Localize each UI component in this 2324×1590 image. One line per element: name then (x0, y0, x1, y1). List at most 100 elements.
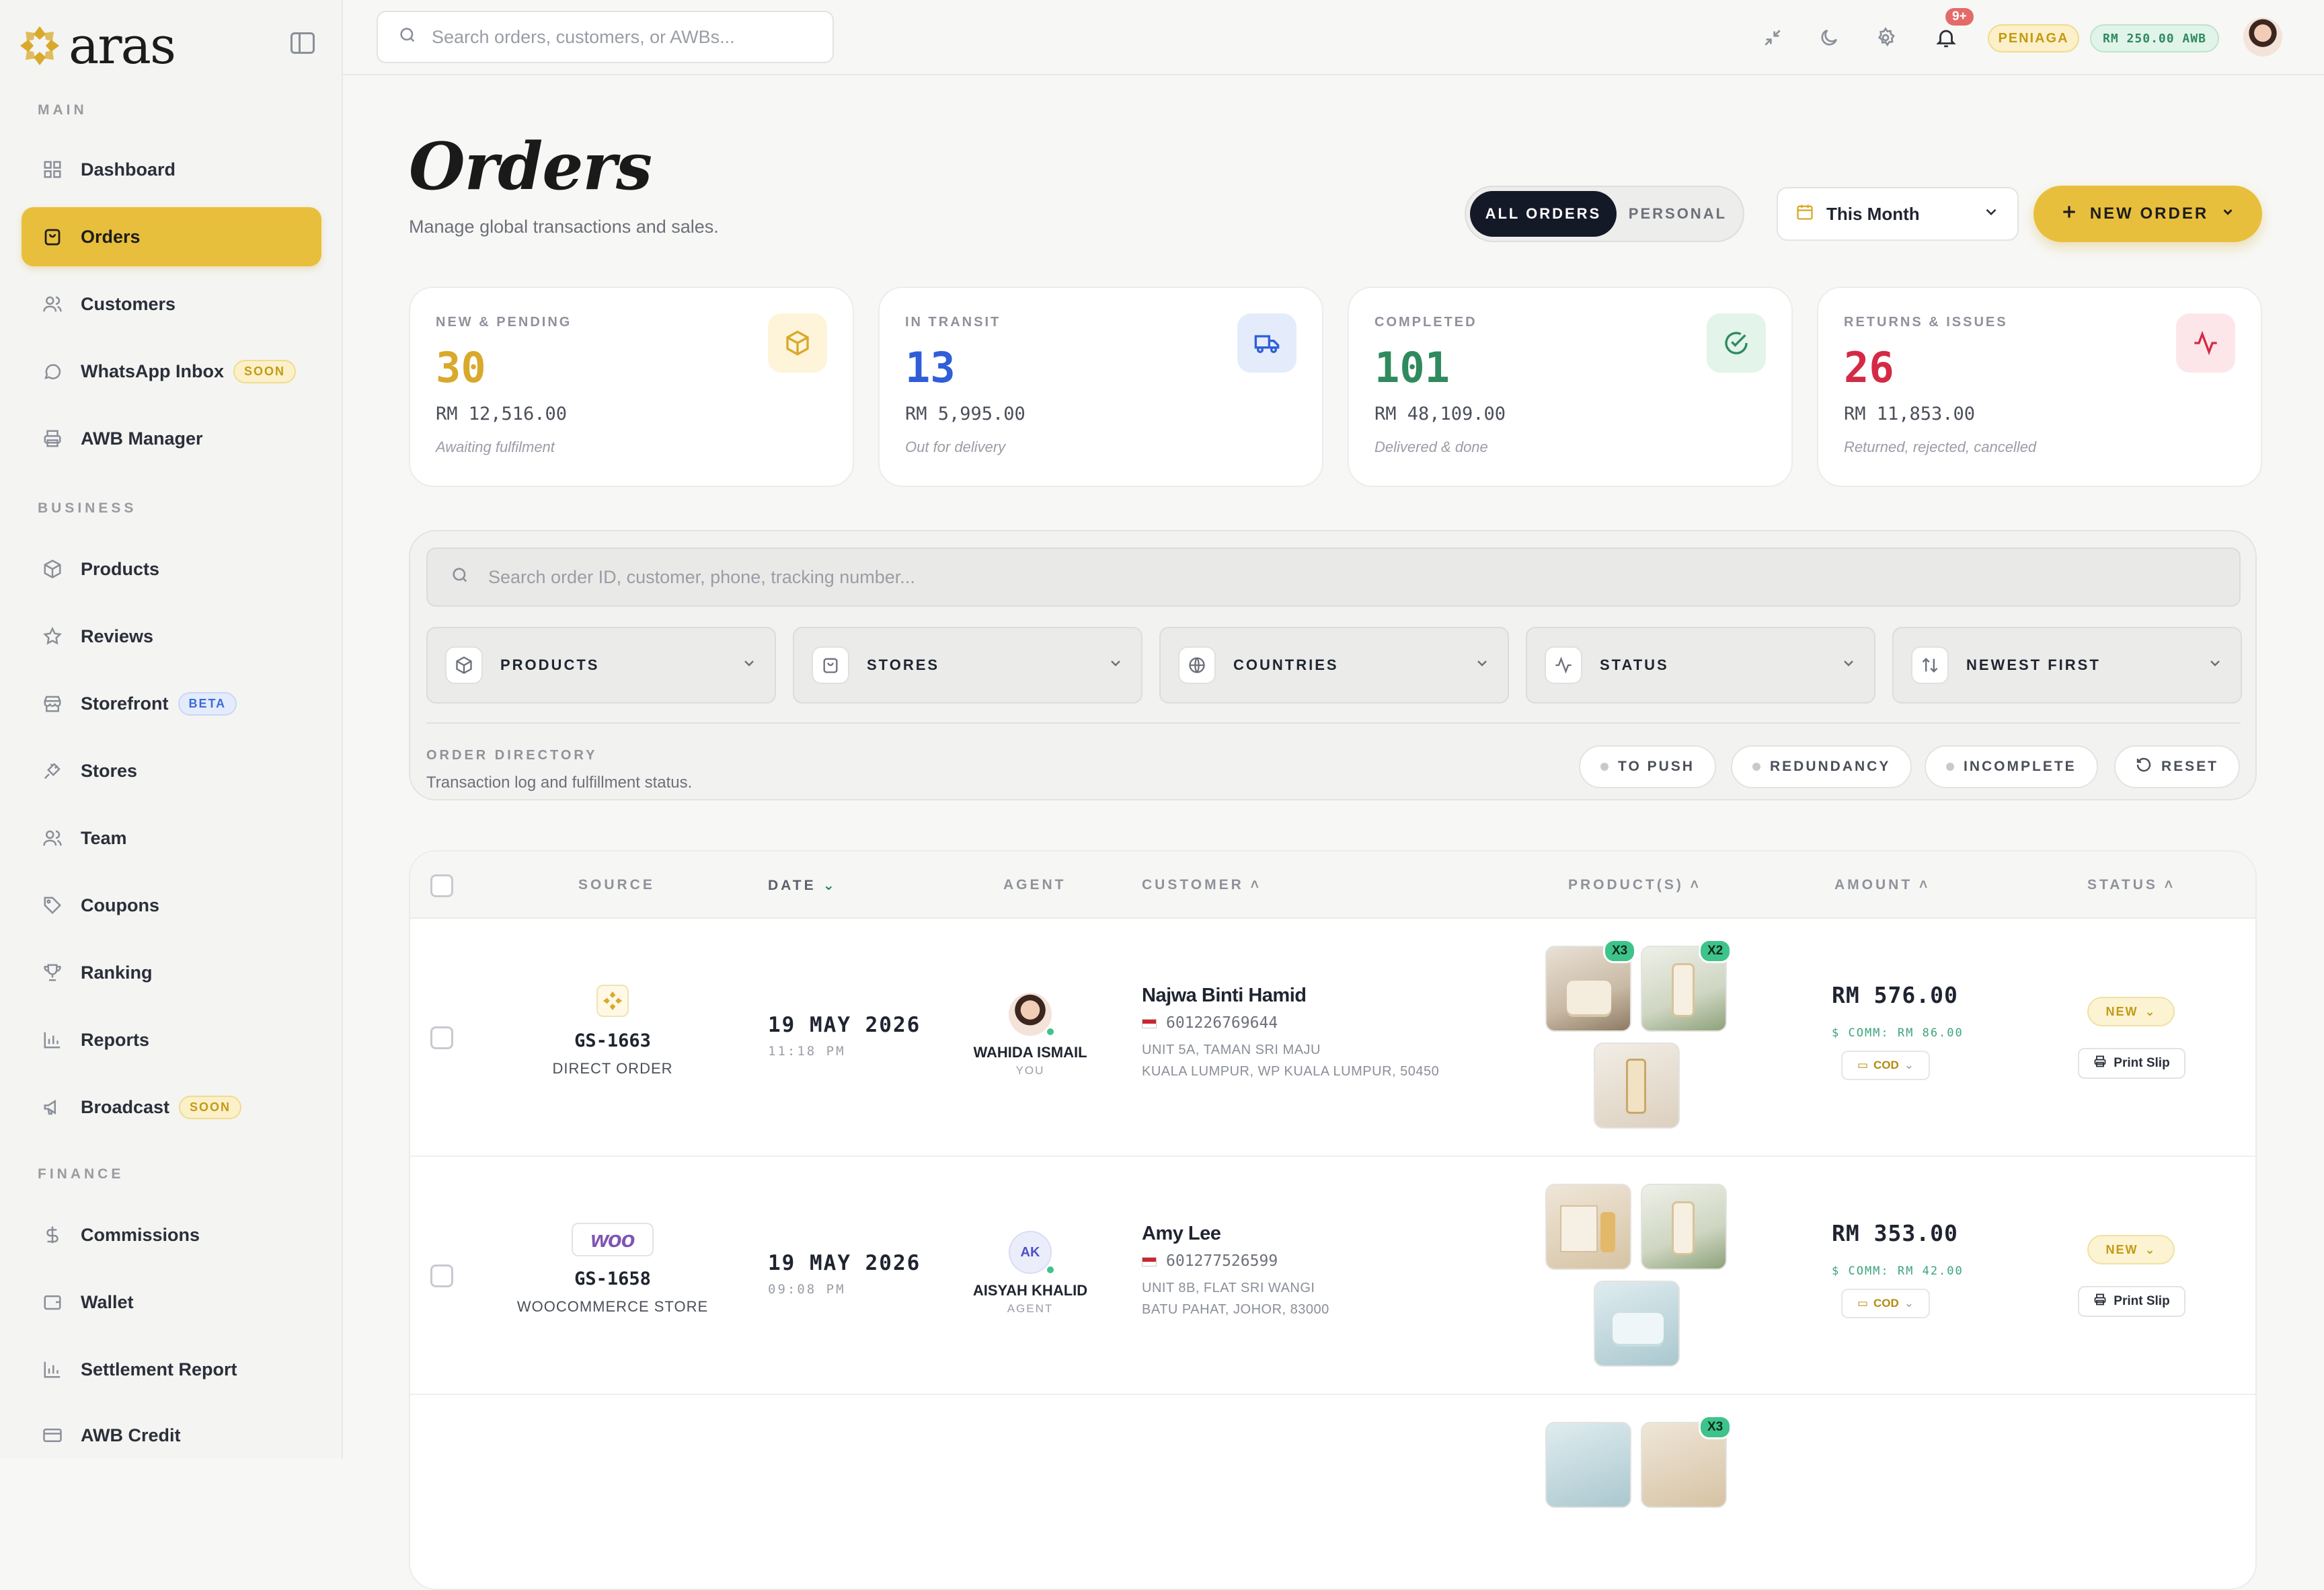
product-thumbnail[interactable] (1545, 1422, 1631, 1508)
sidebar-item-reviews[interactable]: Reviews (22, 607, 321, 666)
row-checkbox[interactable] (430, 1026, 453, 1049)
sidebar-item-dashboard[interactable]: Dashboard (22, 140, 321, 199)
plug-icon (42, 760, 63, 782)
print-slip-button[interactable]: Print Slip (2078, 1048, 2185, 1079)
filter-countries[interactable]: COUNTRIES (1159, 627, 1509, 704)
dark-mode-icon[interactable] (1816, 24, 1843, 51)
section-label-finance: FINANCE (38, 1166, 124, 1182)
payment-method-select[interactable]: ▭ COD ⌄ (1841, 1289, 1930, 1318)
report-icon (42, 1359, 63, 1380)
calendar-icon (1795, 202, 1814, 226)
settings-icon[interactable] (1872, 24, 1899, 51)
col-label: AMOUNT (1834, 877, 1913, 893)
chart-icon (42, 1029, 63, 1051)
customer-address-line1: UNIT 5A, TAMAN SRI MAJU (1142, 1043, 1321, 1057)
box-icon (42, 558, 63, 580)
sidebar-item-settlement-report[interactable]: Settlement Report (22, 1340, 321, 1399)
stat-card-in-transit[interactable]: IN TRANSIT 13 RM 5,995.00 Out for delive… (878, 287, 1323, 487)
sidebar-item-customers[interactable]: Customers (22, 274, 321, 334)
stat-card-new-pending[interactable]: NEW & PENDING 30 RM 12,516.00 Awaiting f… (409, 287, 854, 487)
sidebar-item-commissions[interactable]: Commissions (22, 1205, 321, 1264)
chevron-down-icon (2207, 655, 2223, 675)
status-badge[interactable]: NEW ⌄ (2087, 997, 2175, 1026)
order-time: 11:18 PM (768, 1044, 846, 1059)
select-all-checkbox[interactable] (430, 874, 453, 897)
chip-to-push[interactable]: TO PUSH (1579, 745, 1716, 788)
notification-count: 9+ (1945, 8, 1974, 26)
status-badge[interactable]: NEW ⌄ (2087, 1235, 2175, 1264)
order-id[interactable]: GS-1663 (512, 1030, 713, 1051)
awb-credit-badge[interactable]: RM 250.00 AWB (2090, 24, 2219, 52)
stat-card-returns-issues[interactable]: RETURNS & ISSUES 26 RM 11,853.00 Returne… (1817, 287, 2262, 487)
product-thumbnail[interactable] (1594, 1281, 1680, 1367)
minimize-icon[interactable] (1759, 24, 1786, 51)
product-thumbnail[interactable] (1641, 1184, 1727, 1270)
filter-products[interactable]: PRODUCTS (426, 627, 776, 704)
sidebar-item-storefront[interactable]: Storefront BETA (22, 674, 321, 733)
sidebar-item-whatsapp-inbox[interactable]: WhatsApp Inbox SOON (22, 342, 321, 401)
sidebar-item-wallet[interactable]: Wallet (22, 1273, 321, 1332)
customer-name[interactable]: Amy Lee (1142, 1223, 1221, 1245)
chevron-down-icon (1841, 655, 1857, 675)
card-icon: ▭ (1857, 1059, 1869, 1071)
sidebar-item-products[interactable]: Products (22, 539, 321, 599)
agent-role: YOU (1015, 1064, 1045, 1077)
tab-all-orders[interactable]: ALL ORDERS (1470, 191, 1617, 237)
stat-value: 13 (905, 343, 956, 392)
sidebar-item-label: Storefront (81, 693, 169, 714)
sidebar-item-orders[interactable]: Orders (22, 207, 321, 266)
filter-stores[interactable]: STORES (793, 627, 1142, 704)
sidebar-item-coupons[interactable]: Coupons (22, 876, 321, 935)
stat-card-completed[interactable]: COMPLETED 101 RM 48,109.00 Delivered & d… (1348, 287, 1793, 487)
sidebar-item-team[interactable]: Team (22, 808, 321, 868)
customer-name[interactable]: Najwa Binti Hamid (1142, 985, 1307, 1007)
sidebar-item-broadcast[interactable]: Broadcast SOON (22, 1077, 321, 1137)
bell-icon[interactable] (1933, 24, 1960, 51)
tag-icon (42, 895, 63, 916)
chip-incomplete[interactable]: INCOMPLETE (1925, 745, 2098, 788)
col-status[interactable]: STATUS ˄ (2087, 877, 2175, 893)
col-date[interactable]: DATE ⌄ (768, 877, 837, 894)
table-row[interactable]: X3 (410, 1395, 2255, 1589)
phone-value: 601277526599 (1166, 1252, 1278, 1270)
commission: $ COMM: RM 86.00 (1832, 1026, 1964, 1040)
product-thumbnail[interactable] (1545, 1184, 1631, 1270)
tab-personal[interactable]: PERSONAL (1617, 191, 1739, 237)
search-placeholder: Search orders, customers, or AWBs... (432, 26, 735, 47)
filter-status[interactable]: STATUS (1526, 627, 1875, 704)
chevron-down-icon: ⌄ (2144, 1242, 2157, 1256)
sidebar-item-label: Orders (81, 226, 141, 247)
sidebar-toggle-icon[interactable] (290, 32, 315, 54)
col-products[interactable]: PRODUCT(S) ˄ (1568, 877, 1701, 893)
print-slip-button[interactable]: Print Slip (2078, 1286, 2185, 1317)
sidebar-item-awb-credit[interactable]: AWB Credit (22, 1406, 321, 1465)
order-id[interactable]: GS-1658 (512, 1269, 713, 1289)
user-avatar[interactable] (2243, 17, 2282, 56)
filter-sort[interactable]: NEWEST FIRST (1892, 627, 2242, 704)
order-time: 09:08 PM (768, 1282, 846, 1297)
sidebar-item-awb-manager[interactable]: AWB Manager (22, 409, 321, 468)
sidebar-item-stores[interactable]: Stores (22, 741, 321, 800)
payment-label: COD (1873, 1059, 1899, 1071)
brand-logo[interactable]: aras (19, 20, 176, 71)
product-thumbnail[interactable] (1594, 1043, 1680, 1129)
global-search-input[interactable]: Search orders, customers, or AWBs... (377, 11, 834, 63)
row-checkbox[interactable] (430, 1264, 453, 1287)
directory-subtitle: Transaction log and fulfillment status. (426, 773, 693, 792)
new-order-button[interactable]: NEW ORDER (2034, 186, 2262, 242)
order-search-input[interactable]: Search order ID, customer, phone, tracki… (426, 547, 2241, 607)
sidebar-item-ranking[interactable]: Ranking (22, 943, 321, 1002)
wallet-icon (42, 1291, 63, 1313)
period-select[interactable]: This Month (1777, 187, 2019, 241)
chip-redundancy[interactable]: REDUNDANCY (1731, 745, 1912, 788)
customer-address-line1: UNIT 8B, FLAT SRI WANGI (1142, 1281, 1315, 1295)
col-customer[interactable]: CUSTOMER ˄ (1142, 877, 1262, 893)
table-row[interactable]: woo GS-1658 WOOCOMMERCE STORE 19 MAY 202… (410, 1157, 2255, 1395)
printer-icon (42, 428, 63, 449)
payment-method-select[interactable]: ▭ COD ⌄ (1841, 1051, 1930, 1080)
sidebar-item-reports[interactable]: Reports (22, 1010, 321, 1069)
bag-icon (812, 646, 849, 684)
reset-button[interactable]: RESET (2114, 745, 2241, 788)
table-row[interactable]: GS-1663 DIRECT ORDER 19 MAY 2026 11:18 P… (410, 919, 2255, 1157)
col-amount[interactable]: AMOUNT ˄ (1834, 877, 1930, 893)
